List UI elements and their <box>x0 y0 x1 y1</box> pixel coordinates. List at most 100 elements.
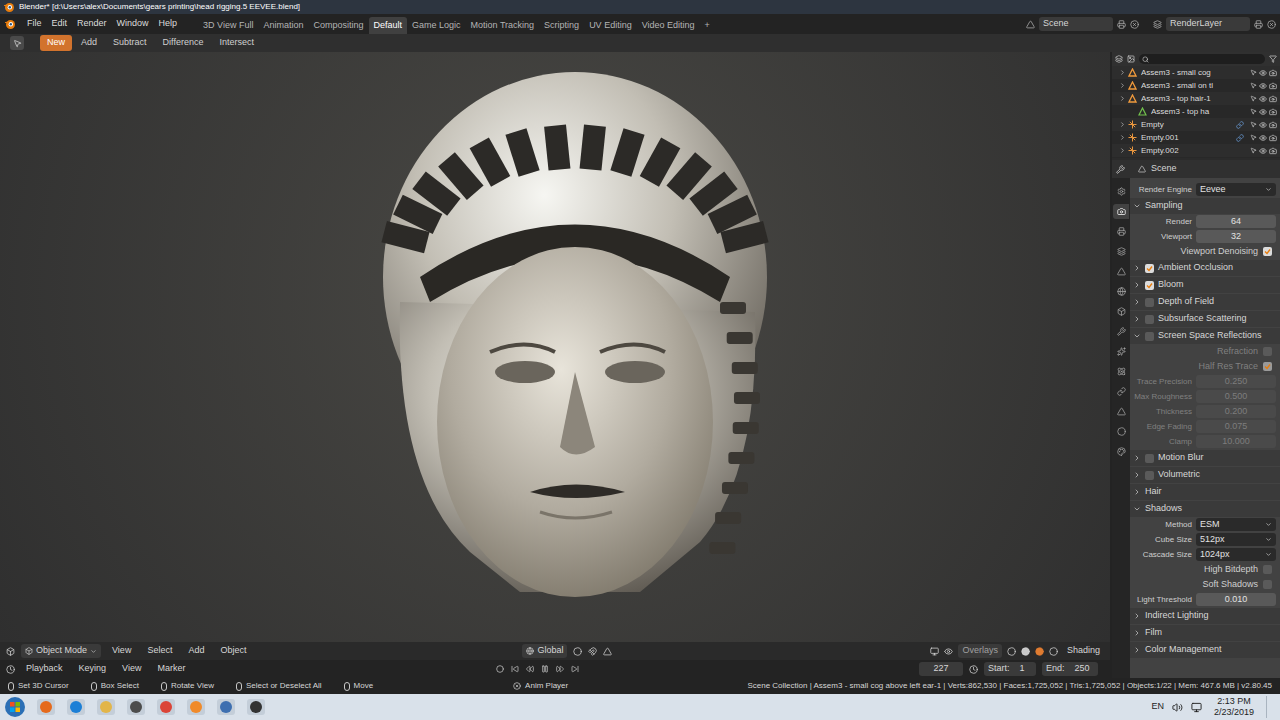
panel-header[interactable]: Screen Space Reflections <box>1130 328 1280 344</box>
menu-item[interactable]: Help <box>154 17 183 31</box>
number-field[interactable]: 0.010 <box>1196 593 1276 607</box>
orientation-dropdown[interactable]: Global <box>522 644 567 658</box>
expand-icon[interactable] <box>1119 95 1126 102</box>
panel-header[interactable]: Hair <box>1130 484 1280 500</box>
viewport-menu[interactable]: Select <box>142 644 177 658</box>
workspace-tab[interactable]: Video Editing <box>637 17 700 34</box>
mode-dropdown[interactable]: Object Mode <box>21 644 101 658</box>
panel-header[interactable]: Ambient Occlusion <box>1130 260 1280 276</box>
checkbox[interactable] <box>1145 332 1154 341</box>
boolean-mode-button[interactable]: Add <box>74 35 104 51</box>
checkbox[interactable] <box>1145 315 1154 324</box>
taskbar-app-icon[interactable] <box>96 698 116 716</box>
properties-tab[interactable] <box>1113 204 1129 219</box>
selectable-icon[interactable] <box>1250 108 1257 115</box>
number-field[interactable]: 0.500 <box>1196 390 1276 404</box>
anim-player-status[interactable]: Anim Player <box>513 680 568 692</box>
number-field[interactable]: 32 <box>1196 230 1276 244</box>
taskbar-app-icon[interactable] <box>186 698 206 716</box>
viewport-menu[interactable]: View <box>107 644 136 658</box>
proportional-icon[interactable] <box>603 647 612 656</box>
workspace-tab[interactable]: UV Editing <box>584 17 637 34</box>
checkbox[interactable] <box>1145 281 1154 290</box>
checkbox[interactable] <box>1145 298 1154 307</box>
display-mode-icon[interactable] <box>1127 55 1135 63</box>
properties-tab[interactable] <box>1113 364 1129 379</box>
panel-header[interactable]: Depth of Field <box>1130 294 1280 310</box>
timeline-editor-icon[interactable] <box>6 665 15 674</box>
checkbox-row[interactable]: Soft Shadows <box>1130 577 1280 592</box>
outliner-row[interactable]: Assem3 - small cog <box>1112 66 1280 79</box>
expand-icon[interactable] <box>1119 134 1126 141</box>
checkbox[interactable] <box>1263 580 1272 589</box>
menu-item[interactable]: Render <box>72 17 112 31</box>
properties-tab[interactable] <box>1113 324 1129 339</box>
properties-tab[interactable] <box>1113 424 1129 439</box>
visibility-icon[interactable] <box>1259 134 1267 142</box>
checkbox[interactable] <box>1263 565 1272 574</box>
properties-tab[interactable] <box>1113 304 1129 319</box>
panel-header[interactable]: Volumetric <box>1130 467 1280 483</box>
outliner-editor-icon[interactable] <box>1115 55 1123 63</box>
menu-item[interactable]: Window <box>112 17 154 31</box>
render-visibility-icon[interactable] <box>1269 82 1277 90</box>
panel-header[interactable]: Subsurface Scattering <box>1130 311 1280 327</box>
select-field[interactable]: 512px <box>1196 533 1276 547</box>
outliner-row[interactable]: Assem3 - small on tl <box>1112 79 1280 92</box>
boolean-mode-button[interactable]: New <box>40 35 72 51</box>
render-visibility-icon[interactable] <box>1269 69 1277 77</box>
taskbar-app-icon[interactable] <box>216 698 236 716</box>
workspace-tab[interactable]: Motion Tracking <box>466 17 540 34</box>
select-field[interactable]: 1024px <box>1196 548 1276 562</box>
show-desktop-button[interactable] <box>1266 696 1276 718</box>
taskbar-app-icon[interactable] <box>246 698 266 716</box>
properties-tab[interactable] <box>1113 444 1129 459</box>
selectable-icon[interactable] <box>1250 95 1257 102</box>
expand-icon[interactable] <box>1119 147 1126 154</box>
checkbox[interactable] <box>1263 362 1272 371</box>
panel-header[interactable]: Sampling <box>1130 198 1280 214</box>
visibility-icon[interactable] <box>1259 82 1267 90</box>
render-visibility-icon[interactable] <box>1269 121 1277 129</box>
workspace-tab[interactable]: 3D View Full <box>198 17 258 34</box>
visibility-icon[interactable] <box>1259 147 1267 155</box>
timeline-menu[interactable]: Playback <box>21 662 68 676</box>
timeline-menu[interactable]: Marker <box>152 662 190 676</box>
filter-icon[interactable] <box>1269 55 1277 63</box>
workspace-tab[interactable]: Compositing <box>308 17 368 34</box>
checkbox-row[interactable]: High Bitdepth <box>1130 562 1280 577</box>
boolean-mode-button[interactable]: Intersect <box>212 35 261 51</box>
checkbox[interactable] <box>1263 347 1272 356</box>
current-frame-field[interactable]: 227 <box>919 662 963 676</box>
render-visibility-icon[interactable] <box>1269 134 1277 142</box>
play-icon[interactable] <box>556 665 564 673</box>
scene-field[interactable]: Scene <box>1039 17 1113 31</box>
new-view-layer-icon[interactable] <box>1254 20 1263 29</box>
preview-range-icon[interactable] <box>969 665 978 674</box>
selectable-icon[interactable] <box>1250 147 1257 154</box>
number-field[interactable]: 0.250 <box>1196 375 1276 389</box>
solid-shading-icon[interactable] <box>1021 647 1030 656</box>
expand-icon[interactable] <box>1119 69 1126 76</box>
pause-icon[interactable] <box>541 665 549 673</box>
pivot-icon[interactable] <box>573 647 582 656</box>
outliner-row[interactable]: Empty.002 <box>1112 144 1280 157</box>
number-field[interactable]: 0.200 <box>1196 405 1276 419</box>
tool-button[interactable] <box>10 36 24 50</box>
outliner-row[interactable]: Assem3 - top ha <box>1112 105 1280 118</box>
overlays-button[interactable]: Overlays <box>958 644 1002 658</box>
start-frame-field[interactable]: Start:1 <box>984 662 1036 676</box>
rendered-shading-icon[interactable] <box>1049 647 1058 656</box>
panel-header[interactable]: Shadows <box>1130 501 1280 517</box>
viewport-menu[interactable]: Object <box>215 644 251 658</box>
shading-dropdown[interactable]: Shading <box>1063 644 1104 658</box>
visibility-icon[interactable] <box>1259 108 1267 116</box>
record-icon[interactable] <box>496 665 504 673</box>
taskbar-app-icon[interactable] <box>126 698 146 716</box>
workspace-tab[interactable]: Game Logic <box>407 17 466 34</box>
checkbox-row[interactable]: Refraction <box>1130 344 1280 359</box>
workspace-tab[interactable]: Default <box>369 17 408 34</box>
properties-tab[interactable] <box>1113 404 1129 419</box>
workspace-tab[interactable]: Animation <box>258 17 308 34</box>
expand-icon[interactable] <box>1119 121 1126 128</box>
